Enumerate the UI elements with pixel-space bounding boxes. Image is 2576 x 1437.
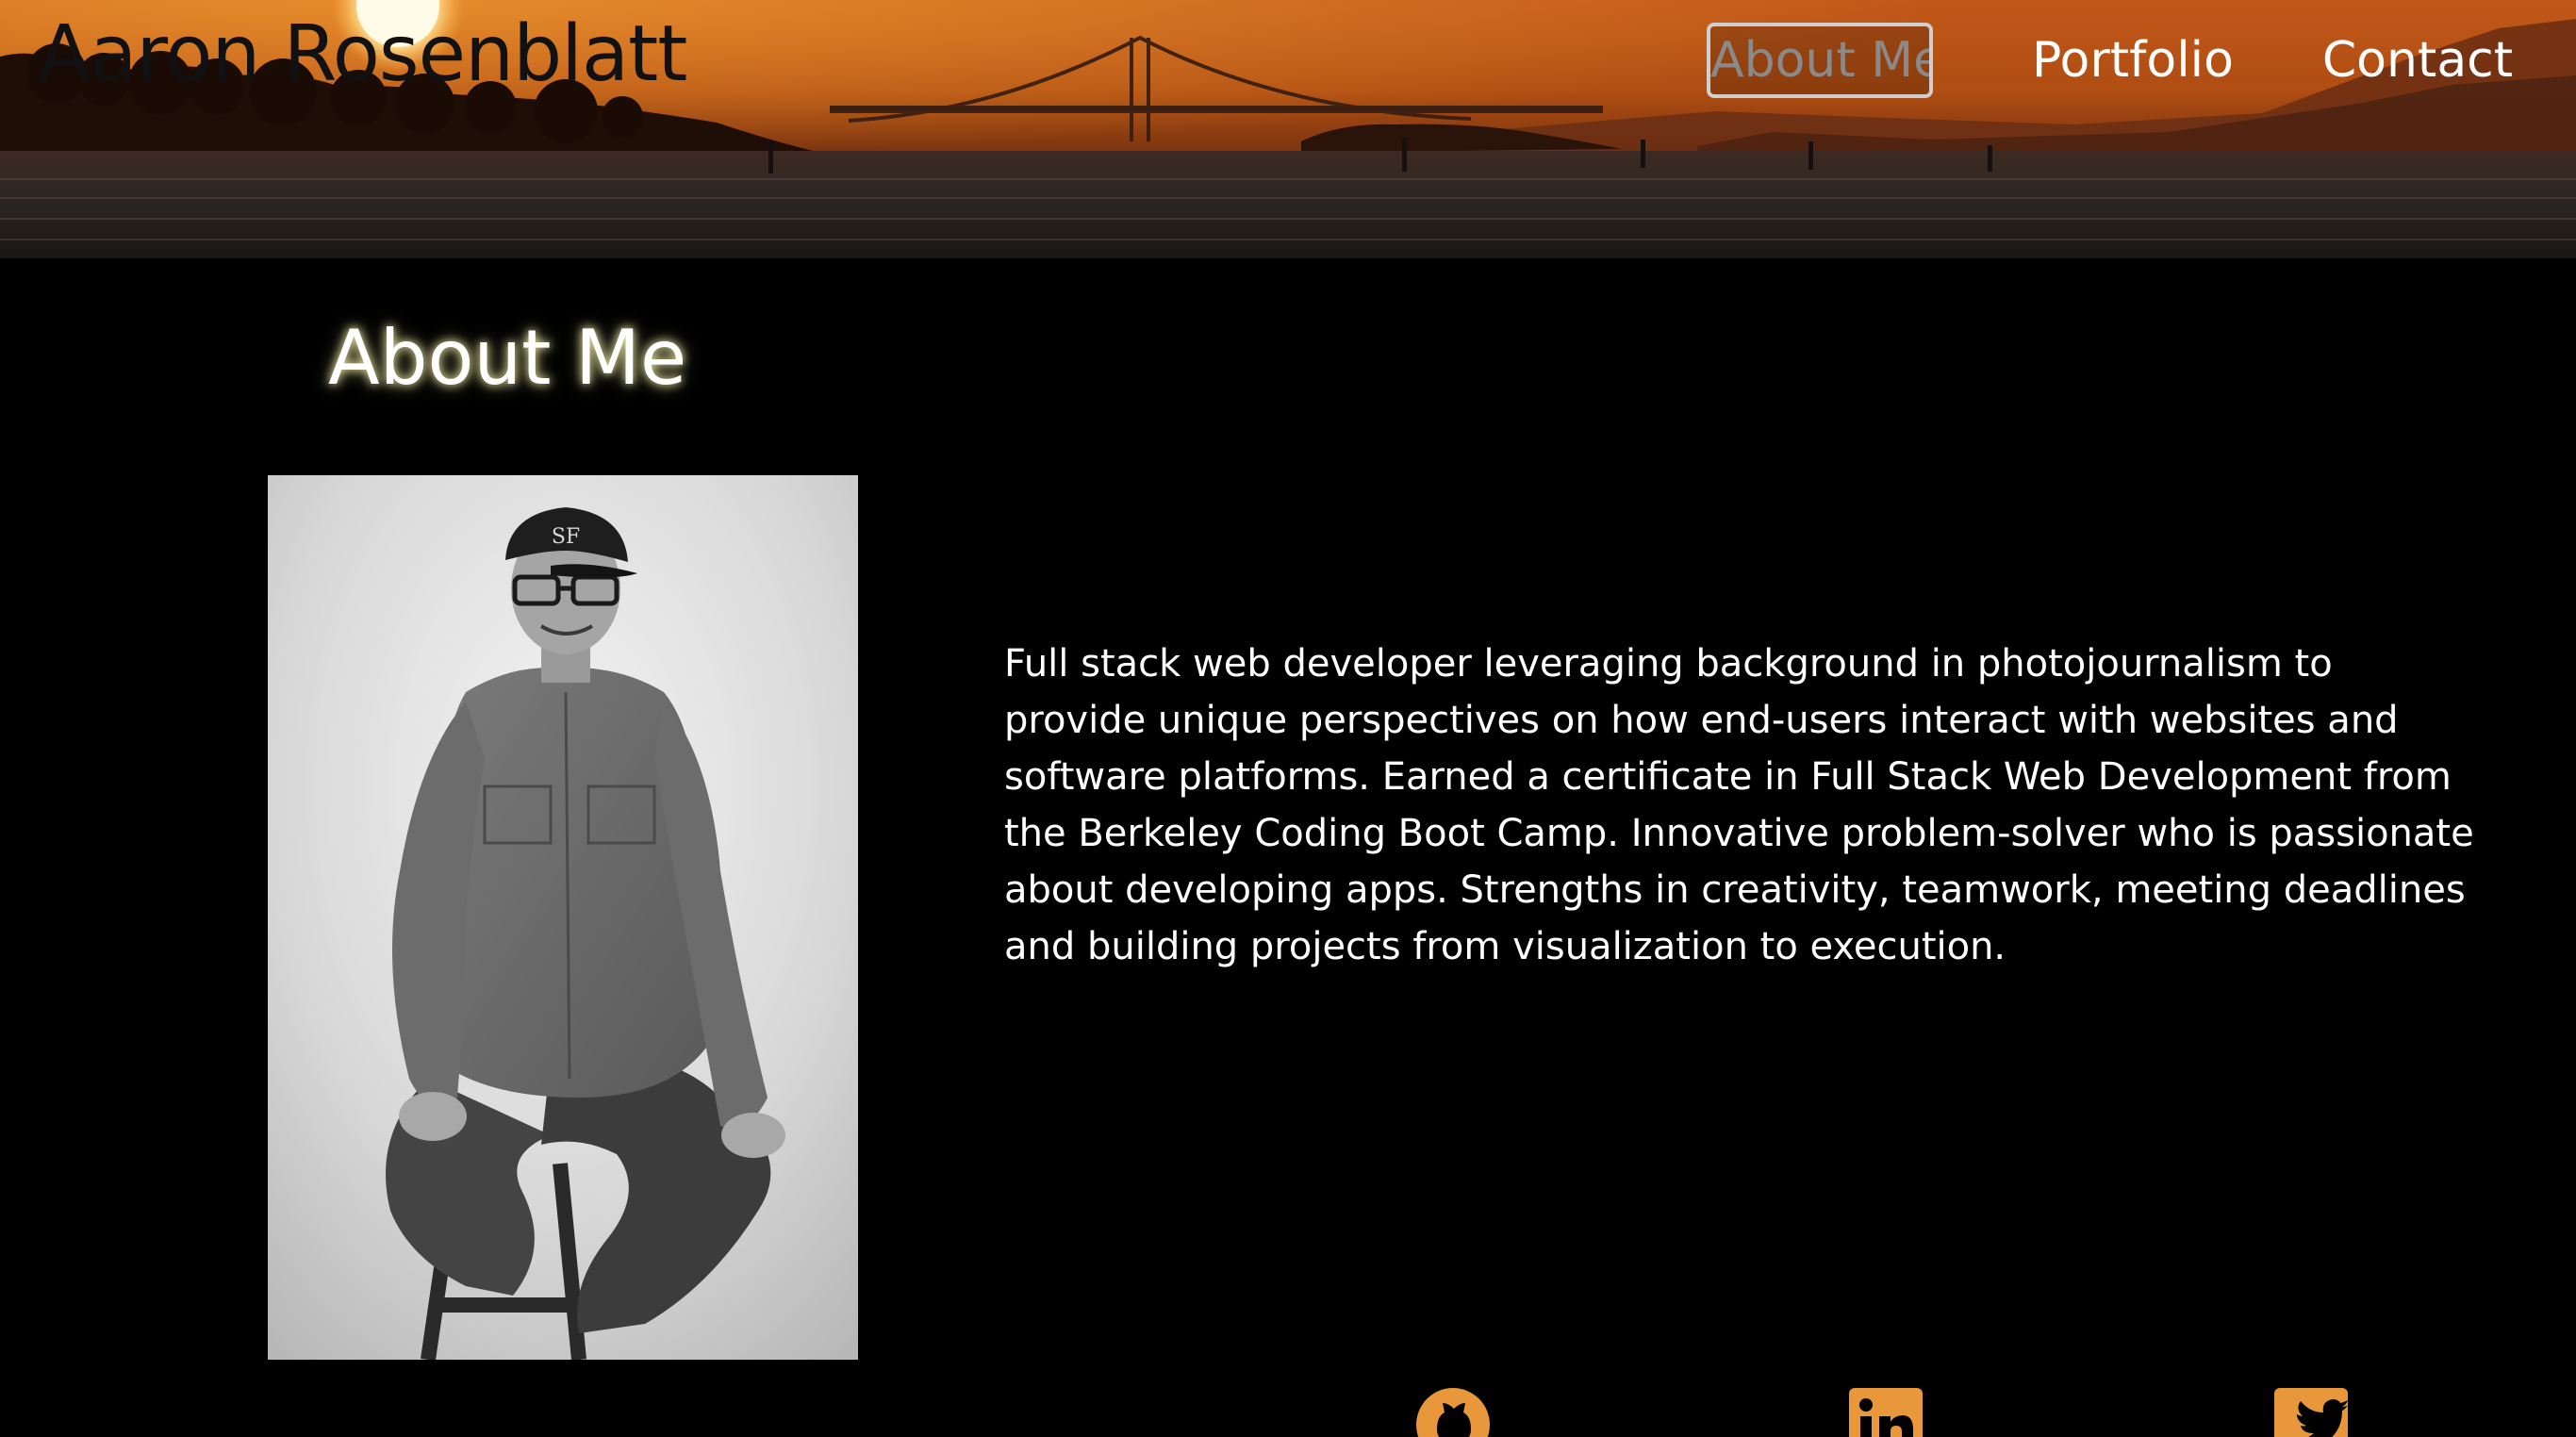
svg-text:SF: SF [552,525,580,549]
nav-about-me[interactable]: About Me [1707,23,1933,98]
section-title: About Me [328,314,687,402]
portrait-photo: SF [268,475,858,1360]
nav-portfolio[interactable]: Portfolio [2020,23,2246,98]
site-name[interactable]: Aaron Rosenblatt [38,6,687,104]
bio-text: Full stack web developer leveraging back… [1004,642,2474,968]
nav-contact[interactable]: Contact [2314,23,2521,98]
page: Aaron Rosenblatt About Me Portfolio Cont… [0,0,2576,1437]
twitter-icon[interactable] [2274,1388,2348,1437]
hero-header: Aaron Rosenblatt About Me Portfolio Cont… [0,0,2576,258]
linkedin-icon[interactable] [1849,1388,1923,1437]
github-icon[interactable] [1416,1388,1490,1437]
